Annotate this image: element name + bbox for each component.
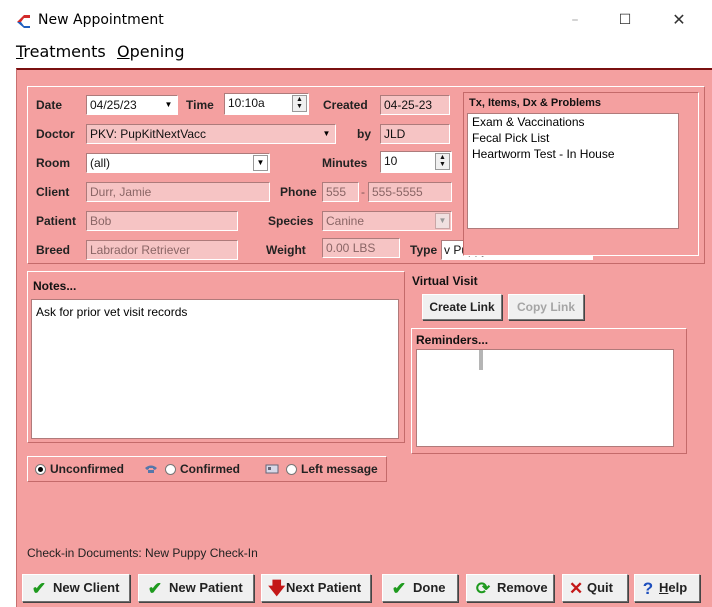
minimize-button[interactable]: – <box>560 8 590 32</box>
minutes-field[interactable]: 10 ▲ ▼ <box>380 151 452 173</box>
done-button[interactable]: ✔ Done <box>382 574 458 602</box>
column-divider <box>479 350 483 370</box>
notes-title: Notes... <box>33 279 77 293</box>
arrow-down-icon: 🡇 <box>268 579 286 598</box>
notes-text[interactable]: Ask for prior vet visit records <box>32 300 398 320</box>
patient-field: Bob <box>86 211 238 231</box>
refresh-icon: ⟳ <box>475 579 491 598</box>
species-select: Canine ▼ <box>322 211 452 231</box>
minutes-spinner[interactable]: ▲ ▼ <box>435 153 450 170</box>
by-label: by <box>357 127 372 141</box>
menu-bar: Treatments Opening <box>0 40 712 66</box>
tx-title: Tx, Items, Dx & Problems <box>469 97 602 109</box>
time-spinner[interactable]: ▲ ▼ <box>292 95 307 112</box>
chevron-down-icon: ▼ <box>435 213 450 229</box>
phone-number-field: 555-5555 <box>368 182 452 202</box>
quit-button[interactable]: ✕ Quit <box>562 574 628 602</box>
weight-label: Weight <box>266 243 306 257</box>
by-field: JLD <box>380 124 450 144</box>
list-item[interactable]: Exam & Vaccinations <box>468 114 678 130</box>
notes-textarea[interactable]: Ask for prior vet visit records <box>31 299 399 439</box>
date-picker[interactable]: 04/25/23 ▼ <box>86 95 178 115</box>
chevron-down-icon[interactable]: ▼ <box>253 155 268 171</box>
menu-opening[interactable]: Opening <box>117 42 184 61</box>
type-label: Type <box>410 243 438 257</box>
list-item[interactable]: Heartworm Test - In House <box>468 146 678 162</box>
time-label: Time <box>186 98 214 112</box>
breed-field: Labrador Retriever <box>86 240 238 260</box>
copy-link-button[interactable]: Copy Link <box>508 294 584 320</box>
tx-panel: Tx, Items, Dx & Problems Exam & Vaccinat… <box>463 92 699 256</box>
time-field[interactable]: 10:10a ▲ ▼ <box>224 93 309 115</box>
new-patient-button[interactable]: ✔ New Patient <box>138 574 254 602</box>
appointment-form: Date 04/25/23 ▼ Time 10:10a ▲ ▼ Created 0… <box>16 68 712 607</box>
app-logo-icon <box>17 15 30 28</box>
new-client-button[interactable]: ✔ New Client <box>22 574 130 602</box>
created-field: 04-25-23 <box>380 95 450 115</box>
phone-dash: - <box>361 185 365 199</box>
left-message-label[interactable]: Left message <box>301 462 378 476</box>
room-select[interactable]: (all) ▼ <box>86 153 270 173</box>
close-button[interactable]: ✕ <box>664 8 694 32</box>
message-icon <box>265 464 279 474</box>
close-icon: ✕ <box>569 579 584 598</box>
details-panel: Date 04/25/23 ▼ Time 10:10a ▲ ▼ Created 0… <box>27 86 705 264</box>
client-label: Client <box>36 185 70 199</box>
checkmark-icon: ✔ <box>31 579 47 598</box>
weight-field: 0.00 LBS <box>322 238 400 258</box>
list-item[interactable]: Fecal Pick List <box>468 130 678 146</box>
confirmed-label[interactable]: Confirmed <box>180 462 240 476</box>
reminders-title: Reminders... <box>416 333 489 347</box>
room-label: Room <box>36 156 70 170</box>
next-patient-button[interactable]: 🡇Next Patient <box>261 574 371 602</box>
help-button[interactable]: ? Help <box>634 574 700 602</box>
menu-treatments[interactable]: Treatments <box>16 42 106 61</box>
species-label: Species <box>268 214 314 228</box>
created-label: Created <box>323 98 368 112</box>
reminders-list[interactable] <box>416 349 674 447</box>
reminders-panel: Reminders... <box>411 328 687 454</box>
client-field: Durr, Jamie <box>86 182 270 202</box>
chevron-down-icon[interactable]: ▼ <box>319 126 334 142</box>
confirmed-radio[interactable] <box>165 464 176 475</box>
remove-button[interactable]: ⟳ Remove <box>466 574 554 602</box>
checkmark-icon: ✔ <box>147 579 163 598</box>
phone-area-field: 555 <box>322 182 359 202</box>
unconfirmed-radio[interactable] <box>35 464 46 475</box>
doctor-select[interactable]: PKV: PupKitNextVacc ▼ <box>86 124 336 144</box>
date-label: Date <box>36 98 63 112</box>
left-message-radio[interactable] <box>286 464 297 475</box>
tx-list[interactable]: Exam & Vaccinations Fecal Pick List Hear… <box>467 113 679 229</box>
checkmark-icon: ✔ <box>391 579 407 598</box>
confirmation-group: Unconfirmed Confirmed Left message <box>27 456 387 482</box>
minutes-label: Minutes <box>322 156 368 170</box>
window-title: New Appointment <box>38 12 164 28</box>
maximize-button[interactable]: ☐ <box>610 8 640 32</box>
notes-panel: Notes... Ask for prior vet visit records <box>27 271 405 443</box>
chevron-down-icon[interactable]: ▼ <box>161 97 176 113</box>
virtual-visit-title: Virtual Visit <box>412 274 478 288</box>
checkin-documents: Check-in Documents: New Puppy Check-In <box>27 546 258 560</box>
doctor-label: Doctor <box>36 127 75 141</box>
title-bar: New Appointment – ☐ ✕ <box>0 0 712 40</box>
help-icon: ? <box>642 579 654 598</box>
phone-icon <box>145 465 157 473</box>
patient-label: Patient <box>36 214 77 228</box>
create-link-button[interactable]: Create Link <box>422 294 502 320</box>
phone-label: Phone <box>280 185 317 199</box>
breed-label: Breed <box>36 243 71 257</box>
unconfirmed-label[interactable]: Unconfirmed <box>50 462 124 476</box>
